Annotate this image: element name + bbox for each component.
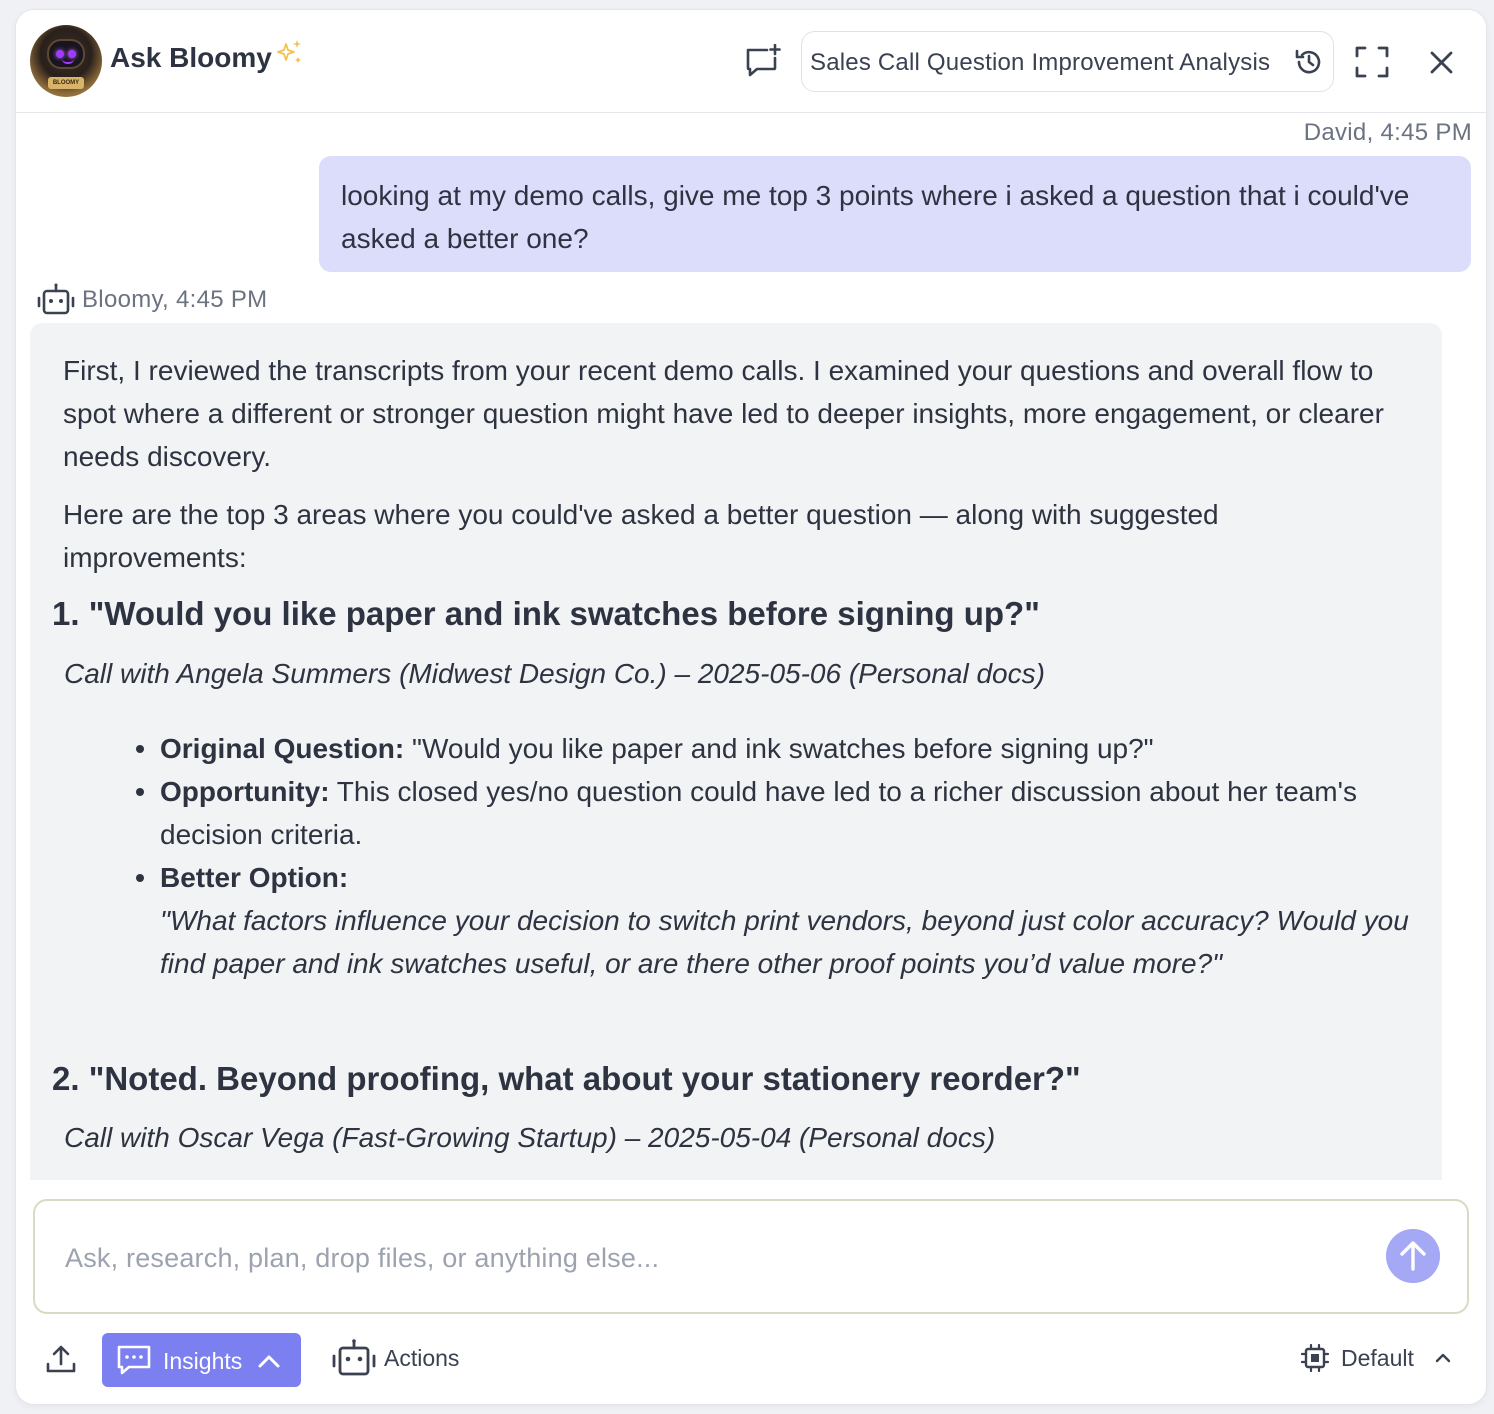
list-item: Opportunity: This closed yes/no question… [136,770,1420,856]
sparkle-icon [277,40,301,63]
model-selector[interactable]: Default [1300,1340,1460,1376]
item-details: Original Question: "Would you like paper… [136,727,1420,985]
fullscreen-icon[interactable] [1354,45,1390,79]
better-text: "What factors influence your decision to… [160,905,1409,979]
actions-label: Actions [384,1345,460,1371]
original-label: Original Question: [160,733,405,764]
thread-title: Sales Call Question Improvement Analysis [810,49,1271,76]
composer: Ask, research, plan, drop files, or anyt… [16,1180,1486,1404]
opportunity-text: This closed yes/no question could have l… [160,776,1357,850]
robot-icon [332,1339,376,1376]
avatar-plate: BLOOMY [48,77,84,89]
list-item: Better Option: "What factors influence y… [136,856,1420,985]
app-title: Ask Bloomy [110,42,272,73]
list-item: Original Question: "Would you like paper… [136,727,1420,770]
insights-label: Insights [163,1348,243,1374]
chevron-up-icon [1435,1353,1451,1363]
close-icon[interactable] [1424,46,1460,80]
composer-toolbar: Insights Actions Default [16,1330,1486,1387]
intro-paragraph: First, I reviewed the transcripts from y… [63,355,1384,472]
avatar: BLOOMY [30,25,102,97]
model-label: Default [1341,1345,1414,1371]
chevron-up-icon [258,1355,280,1368]
item-source: Call with Oscar Vega (Fast-Growing Start… [64,1122,996,1153]
send-button[interactable] [1386,1229,1440,1283]
original-text: "Would you like paper and ink swatches b… [404,733,1154,764]
history-icon[interactable] [1293,46,1325,78]
item-heading: 2. "Noted. Beyond proofing, what about y… [52,1060,1081,1097]
input-placeholder: Ask, research, plan, drop files, or anyt… [65,1243,660,1273]
user-message: looking at my demo calls, give me top 3 … [319,156,1471,272]
chat-bubble-icon [117,1345,151,1375]
new-chat-icon[interactable] [745,44,781,78]
chat-panel: BLOOMY Ask Bloomy Sales Call Question Im… [16,10,1486,1404]
message-input[interactable]: Ask, research, plan, drop files, or anyt… [33,1199,1469,1314]
robot-face-icon [47,39,85,69]
opportunity-label: Opportunity: [160,776,330,807]
better-label: Better Option: [160,862,349,893]
robot-icon [37,283,75,315]
bot-message: First, I reviewed the transcripts from y… [30,323,1442,1180]
bot-meta-label: Bloomy, 4:45 PM [82,286,268,313]
upload-icon[interactable] [44,1342,78,1376]
user-message-meta: David, 4:45 PM [1303,119,1472,146]
thread-selector[interactable]: Sales Call Question Improvement Analysis [801,31,1334,92]
chip-icon [1300,1343,1330,1373]
conversation: David, 4:45 PM looking at my demo calls,… [16,114,1486,1180]
insights-button[interactable]: Insights [102,1333,301,1387]
item-source: Call with Angela Summers (Midwest Design… [64,658,1045,689]
summary-paragraph: Here are the top 3 areas where you could… [63,499,1219,573]
item-heading: 1. "Would you like paper and ink swatche… [52,595,1040,632]
header: BLOOMY Ask Bloomy Sales Call Question Im… [16,10,1486,113]
